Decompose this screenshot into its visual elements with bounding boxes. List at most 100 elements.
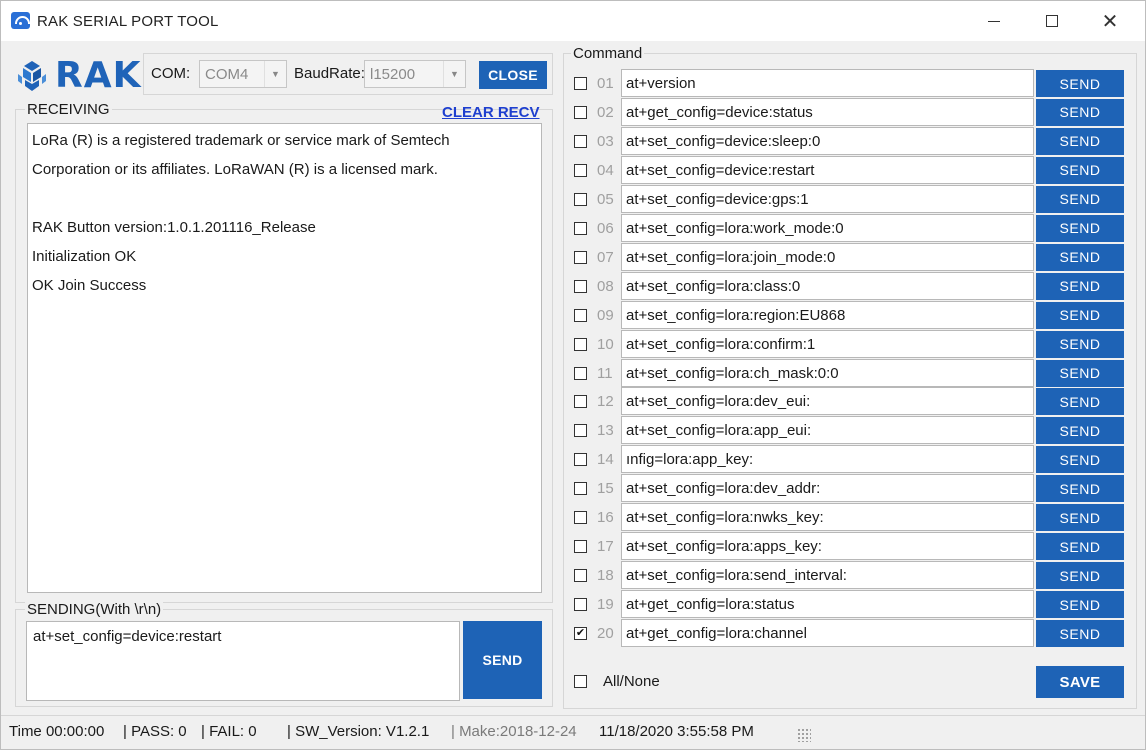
command-checkbox[interactable] (574, 598, 587, 612)
title-bar[interactable]: RAK SERIAL PORT TOOL ✕ (1, 1, 1145, 41)
command-checkbox[interactable] (574, 482, 587, 496)
command-checkbox[interactable]: ✔ (574, 627, 587, 641)
command-send-button[interactable]: SEND (1036, 98, 1124, 126)
command-send-button[interactable]: SEND (1036, 272, 1124, 300)
command-checkbox[interactable] (574, 424, 587, 438)
rak-logo-icon (18, 61, 46, 91)
command-send-button[interactable]: SEND (1036, 185, 1124, 213)
command-checkbox[interactable] (574, 77, 587, 90)
command-send-button[interactable]: SEND (1036, 475, 1124, 503)
command-number: 15 (597, 480, 614, 498)
command-number: 17 (597, 538, 614, 556)
command-row: 14 ınfig=lora:app_key: SEND (567, 445, 1131, 474)
command-input[interactable]: at+set_config=lora:ch_mask:0:0 (621, 358, 1034, 387)
command-input[interactable]: at+set_config=lora:dev_addr: (621, 474, 1034, 503)
command-checkbox[interactable] (574, 163, 587, 177)
command-send-button[interactable]: SEND (1036, 417, 1124, 445)
chevron-down-icon[interactable]: ▼ (264, 61, 286, 87)
close-window-button[interactable]: ✕ (1081, 1, 1139, 41)
command-send-button[interactable]: SEND (1036, 330, 1124, 358)
command-send-button[interactable]: SEND (1036, 388, 1124, 416)
command-input[interactable]: at+set_config=lora:work_mode:0 (621, 213, 1034, 242)
command-send-button[interactable]: SEND (1036, 533, 1124, 561)
command-input[interactable]: at+version (621, 69, 1034, 97)
command-send-button[interactable]: SEND (1036, 446, 1124, 474)
command-number: 10 (597, 335, 614, 353)
sending-legend: SENDING(With \r\n) (25, 601, 164, 618)
command-send-button[interactable]: SEND (1036, 562, 1124, 590)
recv-line: RAK Button version:1.0.1.201116_Release (32, 219, 316, 236)
minimize-button[interactable] (965, 1, 1023, 41)
command-checkbox[interactable] (574, 250, 587, 264)
command-number: 05 (597, 190, 614, 208)
command-number: 04 (597, 161, 614, 179)
command-checkbox[interactable] (574, 105, 587, 119)
command-input[interactable]: at+set_config=lora:app_eui: (621, 416, 1034, 445)
command-input[interactable]: at+set_config=lora:apps_key: (621, 532, 1034, 561)
command-send-button[interactable]: SEND (1036, 301, 1124, 329)
command-checkbox[interactable] (574, 134, 587, 148)
send-input[interactable]: at+set_config=device:restart (26, 621, 460, 701)
command-input[interactable]: at+set_config=device:restart (621, 155, 1034, 184)
command-input[interactable]: at+set_config=device:sleep:0 (621, 126, 1034, 155)
command-checkbox[interactable] (574, 569, 587, 583)
command-checkbox[interactable] (574, 453, 587, 467)
command-number: 18 (597, 567, 614, 585)
command-row: 12 at+set_config=lora:dev_eui: SEND (567, 387, 1131, 416)
command-send-button[interactable]: SEND (1036, 156, 1124, 184)
command-checkbox[interactable] (574, 308, 587, 322)
status-sw-version: | SW_Version: V1.2.1 (287, 723, 430, 740)
command-input[interactable]: at+set_config=lora:send_interval: (621, 561, 1034, 590)
command-row: 02 at+get_config=device:status SEND (567, 97, 1131, 127)
command-input[interactable]: ınfig=lora:app_key: (621, 445, 1034, 474)
command-number: 11 (597, 364, 613, 382)
save-button[interactable]: SAVE (1036, 666, 1124, 698)
command-checkbox[interactable] (574, 192, 587, 206)
command-number: 12 (597, 393, 614, 411)
command-input[interactable]: at+set_config=lora:region:EU868 (621, 300, 1034, 329)
command-row: 01 at+version SEND (567, 69, 1131, 98)
minimize-icon (988, 20, 1000, 22)
send-button[interactable]: SEND (463, 621, 542, 699)
command-send-button[interactable]: SEND (1036, 620, 1124, 648)
command-send-button[interactable]: SEND (1036, 359, 1124, 387)
command-input[interactable]: at+set_config=device:gps:1 (621, 184, 1034, 213)
command-input[interactable]: at+get_config=lora:channel (621, 619, 1034, 648)
command-send-button[interactable]: SEND (1036, 70, 1124, 97)
command-input[interactable]: at+get_config=lora:status (621, 590, 1034, 619)
status-pass: | PASS: 0 (123, 723, 187, 740)
command-checkbox[interactable] (574, 511, 587, 525)
all-none-checkbox[interactable] (574, 675, 587, 688)
all-none-toggle[interactable]: All/None (567, 671, 767, 693)
close-port-button[interactable]: CLOSE (479, 61, 547, 89)
command-checkbox[interactable] (574, 221, 587, 235)
command-input[interactable]: at+set_config=lora:dev_eui: (621, 387, 1034, 416)
command-input[interactable]: at+set_config=lora:join_mode:0 (621, 242, 1034, 271)
command-send-button[interactable]: SEND (1036, 243, 1124, 271)
command-send-button[interactable]: SEND (1036, 127, 1124, 155)
command-input[interactable]: at+set_config=lora:nwks_key: (621, 503, 1034, 532)
command-send-button[interactable]: SEND (1036, 591, 1124, 619)
command-number: 14 (597, 451, 614, 469)
command-input[interactable]: at+get_config=device:status (621, 97, 1034, 126)
command-row: 16 at+set_config=lora:nwks_key: SEND (567, 503, 1131, 532)
command-send-button[interactable]: SEND (1036, 214, 1124, 242)
clear-recv-link[interactable]: CLEAR RECV (442, 104, 540, 121)
baudrate-select[interactable]: l15200 ▼ (364, 60, 466, 88)
command-send-button[interactable]: SEND (1036, 504, 1124, 532)
command-number: 07 (597, 248, 614, 266)
command-row: 18 at+set_config=lora:send_interval: SEND (567, 561, 1131, 590)
command-number: 13 (597, 422, 614, 440)
command-input[interactable]: at+set_config=lora:class:0 (621, 271, 1034, 300)
command-checkbox[interactable] (574, 337, 587, 351)
command-checkbox[interactable] (574, 366, 587, 380)
command-checkbox[interactable] (574, 395, 587, 409)
com-port-select[interactable]: COM4 ▼ (199, 60, 287, 88)
chevron-down-icon[interactable]: ▼ (443, 61, 465, 87)
command-input[interactable]: at+set_config=lora:confirm:1 (621, 329, 1034, 358)
resize-grip-icon[interactable] (797, 728, 811, 742)
command-checkbox[interactable] (574, 540, 587, 554)
command-checkbox[interactable] (574, 279, 587, 293)
maximize-button[interactable] (1023, 1, 1081, 41)
receive-textarea[interactable]: LoRa (R) is a registered trademark or se… (27, 123, 542, 593)
